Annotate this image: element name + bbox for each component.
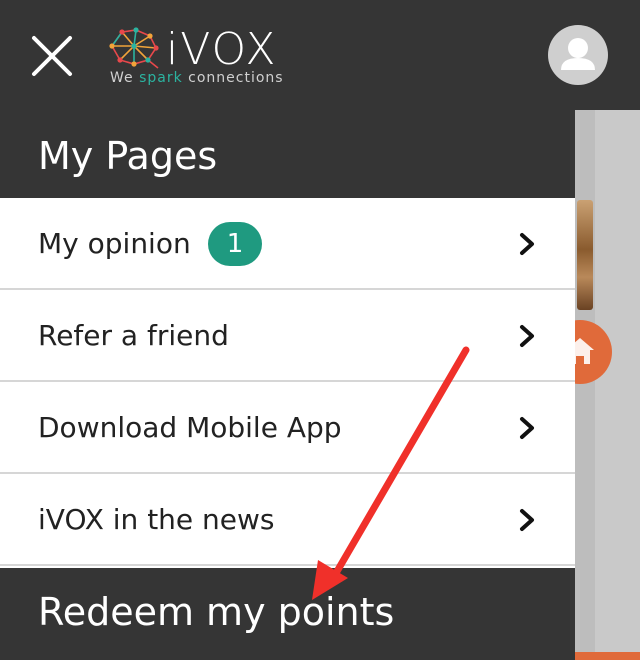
side-menu: My Pages My opinion 1 Refer a friend Dow… (0, 110, 575, 660)
section-header-my-pages: My Pages (0, 110, 575, 198)
menu-item-refer-a-friend[interactable]: Refer a friend (0, 290, 575, 382)
user-icon (561, 38, 595, 70)
chevron-right-icon (520, 509, 534, 531)
menu-item-label: My opinion (38, 227, 191, 260)
chevron-right-icon (520, 325, 534, 347)
tagline-we: We (110, 70, 134, 86)
user-avatar-button[interactable] (548, 25, 608, 85)
tagline-connections: connections (188, 70, 284, 86)
close-icon[interactable] (26, 30, 78, 82)
logo-tagline: We spark connections (110, 70, 284, 86)
ivox-logo[interactable]: iVOX We spark connections (104, 22, 294, 92)
menu-item-label: Download Mobile App (38, 411, 342, 444)
tagline-spark: spark (139, 70, 183, 86)
logo-network-icon (109, 27, 159, 69)
background-page-edge (575, 110, 595, 660)
chevron-right-icon (520, 417, 534, 439)
logo-wordmark: iVOX (166, 24, 278, 75)
notification-badge: 1 (208, 222, 262, 266)
app-header: iVOX We spark connections (0, 0, 640, 110)
background-photo (577, 200, 593, 310)
chevron-right-icon (520, 233, 534, 255)
menu-item-label: iVOX in the news (38, 503, 275, 536)
menu-item-download-mobile-app[interactable]: Download Mobile App (0, 382, 575, 474)
menu-item-my-opinion[interactable]: My opinion 1 (0, 198, 575, 290)
section-header-redeem-my-points[interactable]: Redeem my points (0, 568, 575, 660)
menu-item-ivox-in-the-news[interactable]: iVOX in the news (0, 474, 575, 566)
menu-item-label: Refer a friend (38, 319, 229, 352)
